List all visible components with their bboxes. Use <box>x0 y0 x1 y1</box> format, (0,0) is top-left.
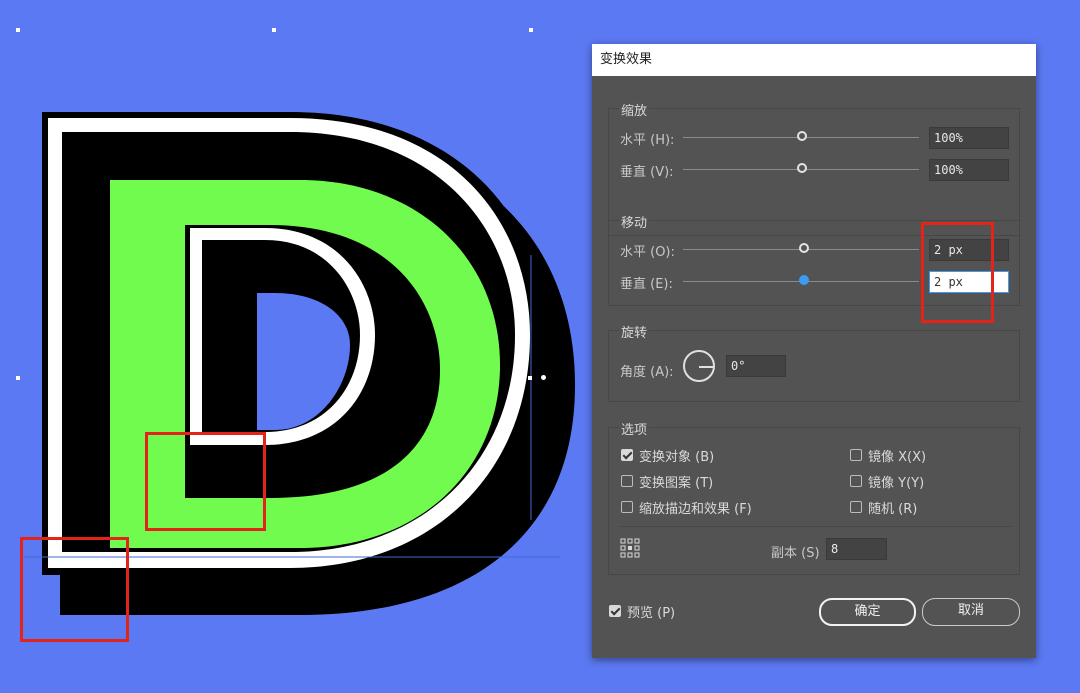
transform-patterns-checkbox[interactable] <box>621 475 633 487</box>
scale-strokes-label[interactable]: 缩放描边和效果 (F) <box>639 498 752 517</box>
annotation-box-corner <box>20 537 129 642</box>
reflect-y-label[interactable]: 镜像 Y(Y) <box>868 472 924 491</box>
preview-checkbox[interactable] <box>609 605 621 617</box>
move-horizontal-label: 水平 (O): <box>620 245 675 260</box>
annotation-box-move <box>921 222 994 323</box>
preview-label[interactable]: 预览 (P) <box>627 602 675 621</box>
options-title: 选项 <box>619 419 650 438</box>
selection-handle[interactable] <box>16 28 20 32</box>
random-label[interactable]: 随机 (R) <box>868 498 917 517</box>
angle-label: 角度 (A): <box>620 365 674 380</box>
scale-vertical-label: 垂直 (V): <box>620 165 674 180</box>
rotation-handle[interactable] <box>541 375 546 380</box>
annotation-box-counter <box>145 432 266 531</box>
options-group: 选项 变换对象 (B) 变换图案 (T) 缩放描边和效果 (F) 镜像 X(X)… <box>608 419 1020 575</box>
angle-dial[interactable] <box>683 350 715 382</box>
dialog-title[interactable]: 变换效果 <box>592 44 1036 76</box>
scale-title: 缩放 <box>619 100 650 119</box>
scale-horizontal-knob[interactable] <box>797 131 807 141</box>
scale-horizontal-label: 水平 (H): <box>620 133 675 148</box>
scale-strokes-checkbox[interactable] <box>621 501 633 513</box>
transform-objects-label[interactable]: 变换对象 (B) <box>639 446 714 465</box>
copies-label: 副本 (S) <box>771 546 820 561</box>
angle-input[interactable]: 0° <box>726 355 786 377</box>
copies-input[interactable]: 8 <box>826 538 887 560</box>
cancel-button[interactable]: 取消 <box>922 598 1020 626</box>
selection-handle[interactable] <box>16 376 20 380</box>
reference-point-icon[interactable] <box>620 538 640 558</box>
selection-handle[interactable] <box>528 376 532 380</box>
angle-dial-needle <box>699 366 713 368</box>
random-checkbox[interactable] <box>850 501 862 513</box>
scale-vertical-input[interactable]: 100% <box>929 159 1009 181</box>
ok-button[interactable]: 确定 <box>819 598 916 626</box>
move-vertical-label: 垂直 (E): <box>620 277 673 292</box>
scale-horizontal-input[interactable]: 100% <box>929 127 1009 149</box>
reflect-x-label[interactable]: 镜像 X(X) <box>868 446 926 465</box>
selection-handle[interactable] <box>529 28 533 32</box>
scale-vertical-knob[interactable] <box>797 163 807 173</box>
reflect-x-checkbox[interactable] <box>850 449 862 461</box>
move-title: 移动 <box>619 212 650 231</box>
move-vertical-knob[interactable] <box>799 275 809 285</box>
move-horizontal-knob[interactable] <box>799 243 809 253</box>
transform-objects-checkbox[interactable] <box>621 449 633 461</box>
transform-effect-dialog: 变换效果 缩放 水平 (H): 100% 垂直 (V): 100% 移动 水平 … <box>592 44 1036 658</box>
options-divider <box>619 526 1011 527</box>
rotate-title: 旋转 <box>619 322 650 341</box>
selection-handle[interactable] <box>272 28 276 32</box>
reflect-y-checkbox[interactable] <box>850 475 862 487</box>
scale-group: 缩放 水平 (H): 100% 垂直 (V): 100% <box>608 100 1020 236</box>
rotate-group: 旋转 角度 (A): 0° <box>608 322 1020 402</box>
transform-patterns-label[interactable]: 变换图案 (T) <box>639 472 713 491</box>
